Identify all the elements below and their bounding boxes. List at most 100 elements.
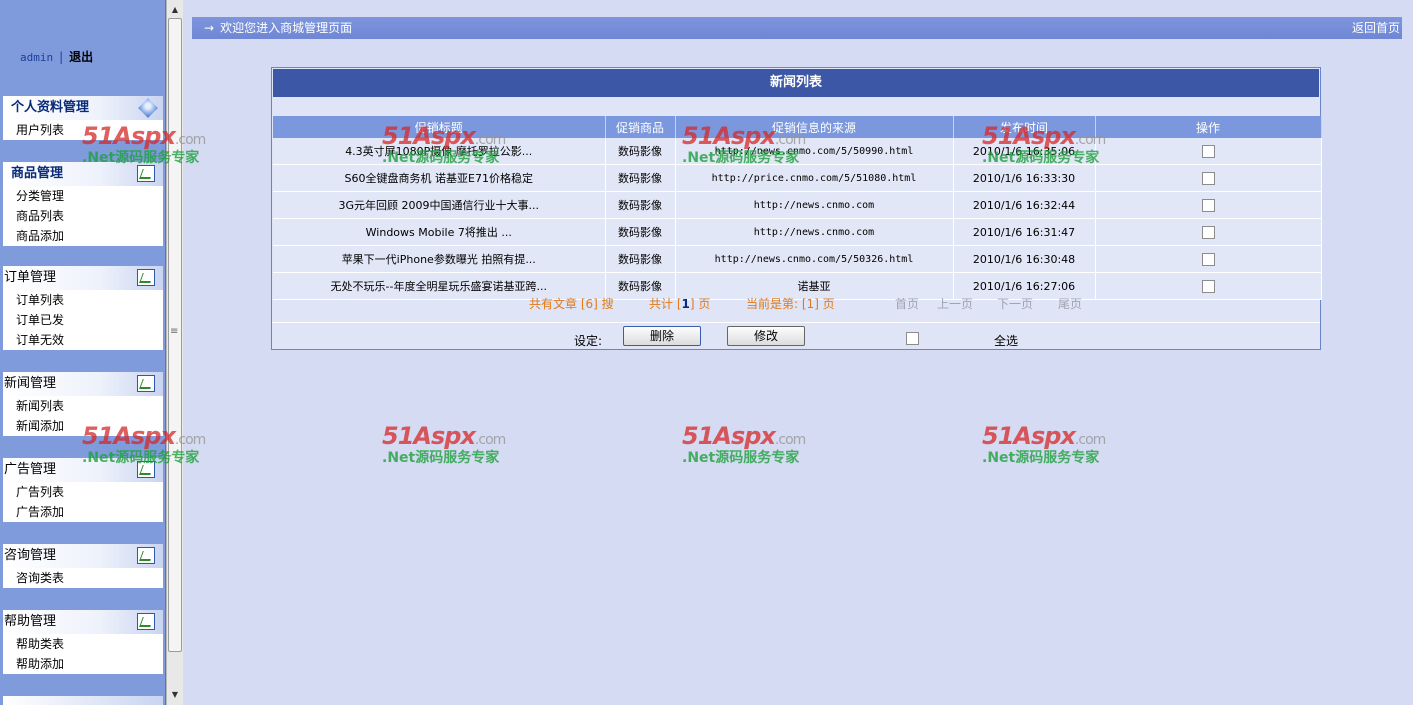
pager-text: 共计 [ [649, 297, 682, 311]
menu-group-news: 新闻管理 新闻列表 新闻添加 [3, 372, 163, 436]
menu-head-label: 咨询管理 [4, 548, 57, 563]
scroll-grip-icon: ≡ [170, 326, 179, 337]
pager-text: 共有文章 [ [529, 297, 586, 311]
watermark-logo: 51Aspx.com .Net源码服务专家 [682, 422, 822, 472]
menu-head-label: 个人资料管理 [11, 100, 90, 115]
menu-item-order-list[interactable]: 订单列表 [3, 290, 163, 310]
username-link[interactable]: admin [20, 51, 53, 64]
watermark-tagline: .Net源码服务专家 [982, 450, 1100, 466]
row-checkbox[interactable] [1201, 225, 1215, 239]
menu-item-news-add[interactable]: 新闻添加 [3, 416, 163, 436]
menu-head-profile[interactable]: 个人资料管理 [3, 96, 163, 120]
menu-head-help[interactable]: 帮助管理 [3, 610, 163, 634]
user-bar: admin | 退出 [0, 44, 165, 70]
row-checkbox[interactable] [1201, 198, 1215, 212]
menu-head-ads[interactable]: 广告管理 [3, 458, 163, 482]
scroll-down-arrow-icon[interactable]: ▼ [167, 687, 183, 703]
menu-group-consult: 咨询管理 咨询类表 [3, 544, 163, 588]
menu-head-label: 帮助管理 [4, 614, 57, 629]
table-row: 苹果下一代iPhone参数曝光 拍照有提... 数码影像 http://news… [273, 245, 1322, 273]
menu-head-orders[interactable]: 订单管理 [3, 266, 163, 290]
menu-group-ads: 广告管理 广告列表 广告添加 [3, 458, 163, 522]
pager-next-link[interactable]: 下一页 [997, 294, 1033, 314]
select-all-checkbox[interactable] [906, 332, 919, 345]
menu-group-orders: 订单管理 订单列表 订单已发 订单无效 [3, 266, 163, 350]
menu-item-order-invalid[interactable]: 订单无效 [3, 330, 163, 350]
edit-icon [137, 375, 155, 392]
pager-text: ] 页 [814, 297, 835, 311]
welcome-text: 欢迎您进入商城管理页面 [220, 21, 353, 35]
pager-prev-link[interactable]: 上一页 [937, 294, 973, 314]
menu-item-help-add[interactable]: 帮助添加 [3, 654, 163, 674]
menu-item-product-list[interactable]: 商品列表 [3, 206, 163, 226]
edit-button[interactable]: 修改 [727, 326, 805, 346]
table-row: Windows Mobile 7将推出 ... 数码影像 http://news… [273, 218, 1322, 246]
menu-group-help: 帮助管理 帮助类表 帮助添加 [3, 610, 163, 674]
cell-source: http://news.cnmo.com/5/50990.html [675, 138, 954, 165]
menu-item-category-manage[interactable]: 分类管理 [3, 186, 163, 206]
menu-group-profile: 个人资料管理 用户列表 [3, 96, 163, 140]
select-all-label: 全选 [994, 334, 1019, 348]
menu-item-order-shipped[interactable]: 订单已发 [3, 310, 163, 330]
back-home-link[interactable]: 返回首页 [1352, 17, 1400, 39]
arrow-right-icon: → [204, 21, 215, 35]
menu-head-label: 商品管理 [11, 166, 64, 181]
menu-item-ad-add[interactable]: 广告添加 [3, 502, 163, 522]
left-sidebar: admin | 退出 个人资料管理 用户列表 商品管理 分类管理 商品列表 商品添加… [0, 0, 166, 705]
menu-item-product-add[interactable]: 商品添加 [3, 226, 163, 246]
menu-item-consult-types[interactable]: 咨询类表 [3, 568, 163, 588]
table-row: 4.3英寸屏1080P摄像 摩托罗拉公影... 数码影像 http://news… [273, 138, 1322, 165]
row-checkbox[interactable] [1201, 252, 1215, 266]
column-header-action: 操作 [1095, 116, 1322, 138]
menu-head-label: 广告管理 [4, 462, 57, 477]
watermark-logo-text: 51Aspx [982, 422, 1076, 450]
delete-button[interactable]: 删除 [623, 326, 701, 346]
cell-product: 数码影像 [605, 164, 676, 192]
watermark-tagline: .Net源码服务专家 [382, 450, 500, 466]
menu-group-products: 商品管理 分类管理 商品列表 商品添加 [3, 162, 163, 246]
scroll-up-arrow-icon[interactable]: ▲ [167, 2, 183, 18]
menu-head-consult[interactable]: 咨询管理 [3, 544, 163, 568]
gem-icon [138, 98, 158, 118]
watermark-logo: 51Aspx.com .Net源码服务专家 [382, 422, 522, 472]
table-header-row: 促销标题 促销商品 促销信息的来源 发布时间 操作 [273, 116, 1322, 138]
logout-link[interactable]: 退出 [69, 50, 93, 64]
table-row: 3G元年回顾 2009中国通信行业十大事... 数码影像 http://news… [273, 191, 1322, 219]
row-checkbox[interactable] [1201, 171, 1215, 185]
cell-title[interactable]: Windows Mobile 7将推出 ... [273, 218, 606, 246]
cell-action [1095, 218, 1322, 246]
menu-head-products[interactable]: 商品管理 [3, 162, 163, 186]
cell-product: 数码影像 [605, 138, 676, 165]
pager-first-link[interactable]: 首页 [895, 294, 919, 314]
cell-title[interactable]: 4.3英寸屏1080P摄像 摩托罗拉公影... [273, 138, 606, 165]
edit-icon [137, 165, 155, 182]
edit-icon [137, 269, 155, 286]
vertical-scrollbar[interactable]: ▲ ≡ ▼ [166, 0, 183, 705]
cell-title[interactable]: 3G元年回顾 2009中国通信行业十大事... [273, 191, 606, 219]
menu-item-help-types[interactable]: 帮助类表 [3, 634, 163, 654]
pager-total-articles: 共有文章 [6] 搜 [529, 294, 614, 314]
watermark-logo: 51Aspx.com .Net源码服务专家 [982, 422, 1122, 472]
action-bar: 设定: 删除 修改 全选 [272, 322, 1320, 349]
pager-value: 1 [681, 297, 690, 311]
cell-action [1095, 245, 1322, 273]
menu-head-news[interactable]: 新闻管理 [3, 372, 163, 396]
news-table: 促销标题 促销商品 促销信息的来源 发布时间 操作 4.3英寸屏1080P摄像 … [273, 116, 1322, 300]
pager-total-pages: 共计 [1] 页 [649, 294, 710, 314]
row-checkbox[interactable] [1201, 144, 1215, 158]
menu-item-news-list[interactable]: 新闻列表 [3, 396, 163, 416]
cell-action [1095, 191, 1322, 219]
menu-item-ad-list[interactable]: 广告列表 [3, 482, 163, 502]
news-list-panel: 新闻列表 促销标题 促销商品 促销信息的来源 发布时间 操作 4.3英寸屏108… [271, 67, 1322, 350]
cell-title[interactable]: S60全键盘商务机 诺基亚E71价格稳定 [273, 164, 606, 192]
column-header-product: 促销商品 [605, 116, 676, 138]
pager-last-link[interactable]: 尾页 [1058, 294, 1082, 314]
watermark-logo-text: 51Aspx [382, 422, 476, 450]
row-checkbox[interactable] [1201, 279, 1215, 293]
cell-source: http://price.cnmo.com/5/51080.html [675, 164, 954, 192]
edit-icon [137, 461, 155, 478]
menu-group-partial [3, 696, 163, 705]
menu-item-user-list[interactable]: 用户列表 [3, 120, 163, 140]
cell-title[interactable]: 苹果下一代iPhone参数曝光 拍照有提... [273, 245, 606, 273]
pager-text: 当前是第: [ [746, 297, 807, 311]
